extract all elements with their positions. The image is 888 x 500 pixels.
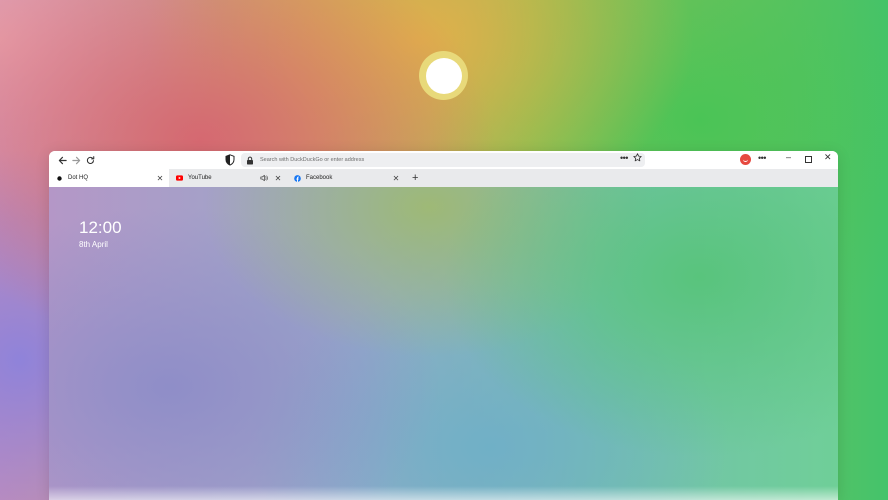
tab-facebook[interactable]: Facebook ✕ [287,169,405,187]
more-horizontal-icon: ••• [758,153,766,163]
tab-close-button[interactable]: ✕ [391,174,401,183]
reload-icon [86,155,94,164]
lock-icon [247,156,253,164]
clock-date: 8th April [79,240,108,249]
tab-youtube[interactable]: YouTube ✕ [169,169,287,187]
profile-avatar-button[interactable] [740,154,751,165]
browser-toolbar: Search with DuckDuckGo or enter address … [49,151,838,169]
new-tab-page: 12:00 8th April [49,187,838,500]
browser-menu-button[interactable]: ••• [758,153,766,163]
minimize-button[interactable]: – [786,152,791,162]
speaker-icon[interactable] [260,174,268,182]
smiley-icon [743,158,748,162]
new-tab-button[interactable]: + [412,172,418,184]
clock-widget: 12:00 8th April [79,218,122,250]
dot-icon [56,175,63,182]
arrow-left-icon [58,156,67,164]
tab-close-button[interactable]: ✕ [155,174,165,183]
address-placeholder: Search with DuckDuckGo or enter address [260,157,365,163]
close-icon: ✕ [824,152,832,162]
maximize-button[interactable] [805,156,812,163]
page-actions-button[interactable]: ••• [620,153,628,163]
tab-strip: Dot HQ ✕ YouTube ✕ Facebook ✕ + [49,169,838,187]
more-horizontal-icon: ••• [620,153,628,163]
address-bar[interactable]: Search with DuckDuckGo or enter address [241,153,645,167]
facebook-icon [294,174,301,182]
tab-label: Dot HQ [68,175,89,181]
close-window-button[interactable]: ✕ [824,152,832,163]
browser-window: Search with DuckDuckGo or enter address … [49,151,838,500]
youtube-icon [176,175,183,182]
assistant-orb-center [425,57,462,94]
back-button[interactable] [55,153,69,167]
reload-button[interactable] [83,153,97,167]
assistant-orb-button[interactable] [419,51,468,100]
tab-close-button[interactable]: ✕ [273,174,283,183]
forward-button[interactable] [69,153,83,167]
minimize-icon: – [786,152,792,162]
tab-label: Facebook [306,175,333,181]
plus-icon: + [412,172,419,184]
star-icon [633,153,642,162]
tab-label: YouTube [188,175,212,181]
clock-time: 12:00 [79,218,122,237]
desktop: Search with DuckDuckGo or enter address … [0,0,888,500]
shield-icon[interactable] [225,154,235,166]
bookmark-button[interactable] [633,153,642,165]
tab-dot-hq[interactable]: Dot HQ ✕ [49,169,169,187]
arrow-right-icon [71,156,80,164]
bottom-glow [49,486,838,500]
